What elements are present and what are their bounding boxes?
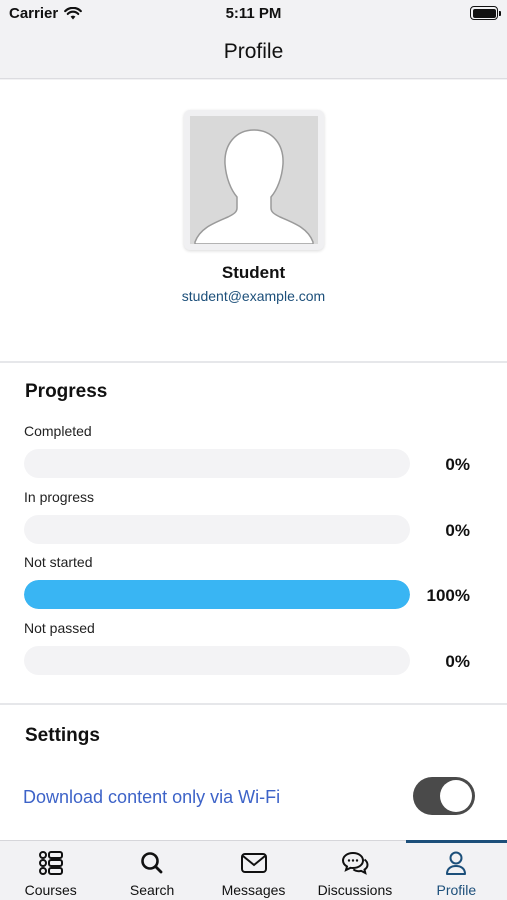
progress-label-in-progress: In progress (24, 489, 95, 505)
profile-name: Student (221, 263, 286, 282)
status-time: 5:11 PM (225, 5, 282, 22)
wifi-only-toggle[interactable] (413, 777, 475, 815)
search-icon (141, 852, 163, 874)
battery-icon (470, 6, 501, 20)
navigation-bar: Profile (0, 30, 507, 79)
progress-title: Progress (25, 381, 108, 402)
page-title: Profile (223, 40, 284, 63)
tab-courses[interactable]: Courses (0, 841, 101, 900)
progress-label-completed: Completed (24, 423, 92, 439)
tab-search[interactable]: Search (101, 841, 202, 900)
tab-label: Profile (436, 882, 477, 898)
courses-icon (38, 851, 63, 875)
progress-label-not-passed: Not passed (24, 620, 95, 636)
avatar[interactable] (184, 110, 324, 250)
progress-value-in-progress: 0% (445, 521, 470, 540)
toggle-knob (440, 780, 472, 812)
settings-section: Settings Download content only via Wi-Fi (0, 707, 507, 840)
tab-label: Discussions (317, 882, 393, 898)
tab-label: Courses (24, 882, 77, 898)
progress-value-not-started: 100% (426, 586, 470, 605)
settings-title: Settings (25, 725, 100, 746)
progress-bar-in-progress (24, 515, 410, 544)
tab-profile[interactable]: Profile (405, 840, 507, 900)
progress-fill-not-started (24, 580, 410, 609)
profile-content[interactable]: Student student@example.com Progress Com… (0, 80, 507, 840)
tab-label: Search (129, 882, 175, 898)
tab-label: Messages (221, 882, 286, 898)
discussions-icon (341, 851, 369, 875)
avatar-placeholder-icon (190, 116, 318, 244)
status-bar: Carrier 5:11 PM (0, 0, 507, 30)
tab-bar: Courses Search Messages Discussions Prof… (0, 840, 507, 900)
person-icon (446, 851, 467, 875)
tab-discussions[interactable]: Discussions (304, 841, 405, 900)
progress-value-not-passed: 0% (445, 652, 470, 671)
mail-icon (240, 853, 267, 873)
progress-value-completed: 0% (445, 455, 470, 474)
progress-label-not-started: Not started (24, 554, 93, 570)
tab-messages[interactable]: Messages (203, 841, 304, 900)
progress-section: Progress Completed 0% In progress 0% Not… (0, 365, 507, 705)
progress-bar-not-passed (24, 646, 410, 675)
profile-email: student@example.com (181, 288, 326, 304)
progress-bar-completed (24, 449, 410, 478)
profile-card: Student student@example.com (0, 80, 507, 363)
wifi-only-label[interactable]: Download content only via Wi-Fi (23, 787, 280, 808)
progress-bar-not-started (24, 580, 410, 609)
